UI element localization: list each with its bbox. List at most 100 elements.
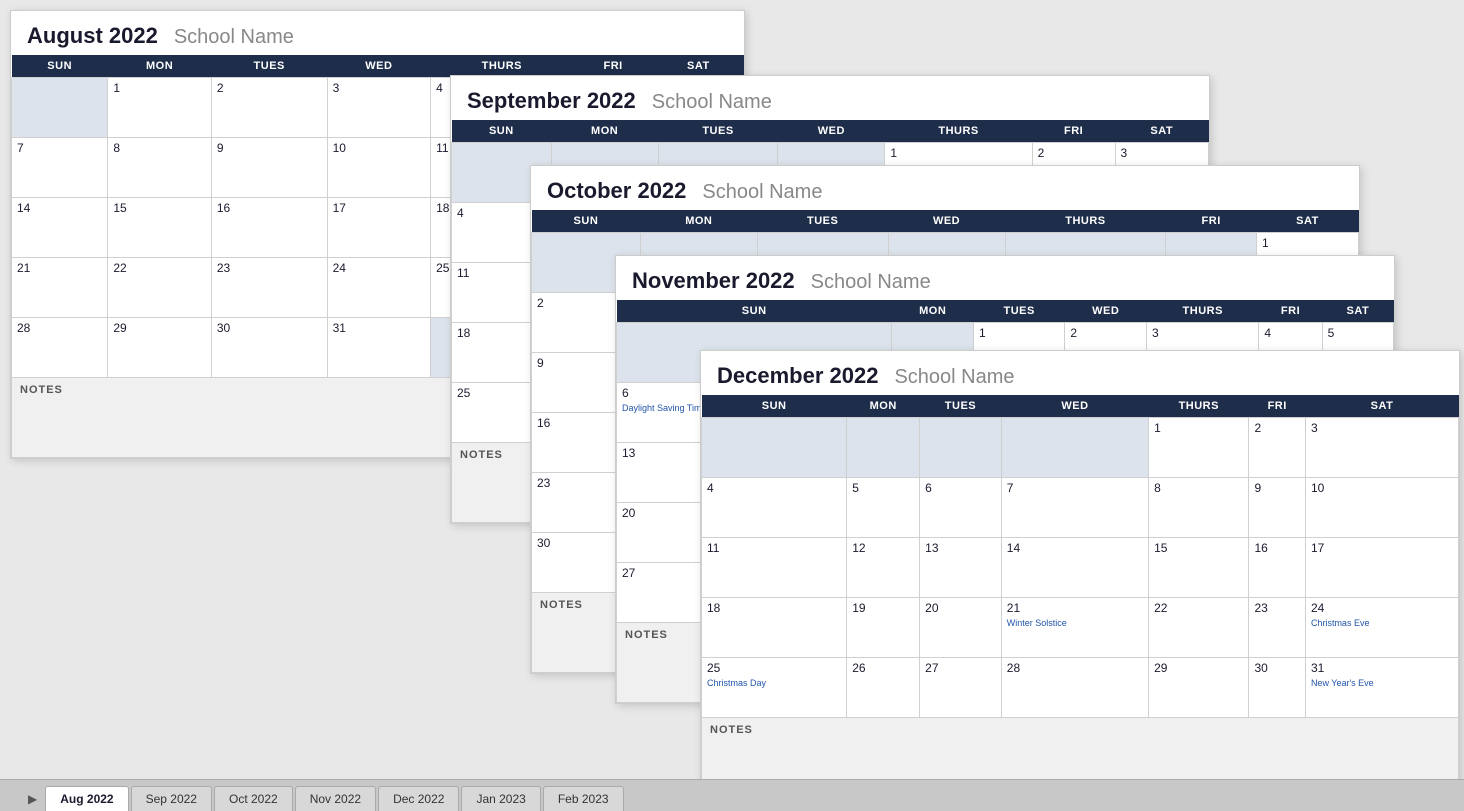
sep-header: September 2022 School Name [451,76,1209,120]
table-row: 11 12 13 14 15 16 17 [702,538,1459,598]
dec-cell-20: 20 [920,598,1002,658]
nov-col-fri: FRI [1259,300,1322,323]
dec-cell-25: 25Christmas Day [702,658,847,718]
dec-col-thu: THURS [1149,395,1249,418]
oct-col-fri: FRI [1166,210,1257,233]
dec-header: December 2022 School Name [701,351,1459,395]
aug-cell-10: 10 [327,138,431,198]
dec-calendar-sheet: December 2022 School Name SUN MON TUES W… [700,350,1460,799]
tabs-bar: ▶ Aug 2022 Sep 2022 Oct 2022 Nov 2022 De… [0,779,1464,811]
dec-cell-15: 15 [1149,538,1249,598]
table-row: 1 2 3 [702,418,1459,478]
dec-col-mon: MON [847,395,920,418]
nov-header: November 2022 School Name [616,256,1394,300]
sep-col-wed: WED [778,120,885,143]
dec-cell-4: 4 [702,478,847,538]
oct-col-tue: TUES [757,210,888,233]
aug-cell-17: 17 [327,198,431,258]
aug-cell-1: 1 [108,78,212,138]
sep-col-sun: SUN [452,120,552,143]
tab-aug-2022[interactable]: Aug 2022 [45,786,128,811]
dec-cell-7: 7 [1001,478,1148,538]
nav-prev-arrow[interactable]: ▶ [20,787,45,811]
dec-cell-8: 8 [1149,478,1249,538]
sep-col-fri: FRI [1032,120,1115,143]
tab-feb-2023[interactable]: Feb 2023 [543,786,624,811]
aug-cell-23: 23 [211,258,327,318]
dec-cell-12: 12 [847,538,920,598]
table-row: 25Christmas Day 26 27 28 29 30 31New Yea… [702,658,1459,718]
dec-cell-16: 16 [1249,538,1305,598]
oct-school: School Name [702,181,822,204]
dec-cell-24: 24Christmas Eve [1305,598,1458,658]
sep-col-thu: THURS [885,120,1032,143]
nov-col-thu: THURS [1147,300,1259,323]
dec-cell-18: 18 [702,598,847,658]
dec-col-sat: SAT [1305,395,1458,418]
dec-cell-22: 22 [1149,598,1249,658]
dec-cell-9: 9 [1249,478,1305,538]
dec-col-tue: TUES [920,395,1002,418]
dec-cell-13: 13 [920,538,1002,598]
aug-header: August 2022 School Name [11,11,744,55]
sep-title: September 2022 [467,88,636,114]
tab-jan-2023[interactable]: Jan 2023 [461,786,540,811]
dec-cell-27: 27 [920,658,1002,718]
dec-cell-3: 3 [1305,418,1458,478]
aug-title: August 2022 [27,23,158,49]
dec-col-fri: FRI [1249,395,1305,418]
tab-nov-2022[interactable]: Nov 2022 [295,786,376,811]
aug-school: School Name [174,26,294,49]
sep-col-tue: TUES [658,120,778,143]
aug-cell-16: 16 [211,198,327,258]
tab-oct-2022[interactable]: Oct 2022 [214,786,293,811]
dec-cell-5: 5 [847,478,920,538]
sep-school: School Name [652,91,772,114]
dec-cell-30: 30 [1249,658,1305,718]
aug-cell-21: 21 [12,258,108,318]
aug-cell-29: 29 [108,318,212,378]
nov-col-tue: TUES [974,300,1065,323]
aug-col-wed: WED [327,55,431,78]
dec-title: December 2022 [717,363,878,389]
aug-cell-30: 30 [211,318,327,378]
dec-school: School Name [894,366,1014,389]
dec-cell-31: 31New Year's Eve [1305,658,1458,718]
dec-cell-21: 21Winter Solstice [1001,598,1148,658]
dec-cell-empty [920,418,1002,478]
aug-cell-7: 7 [12,138,108,198]
aug-col-mon: MON [108,55,212,78]
aug-cell-24: 24 [327,258,431,318]
table-row: 4 5 6 7 8 9 10 [702,478,1459,538]
aug-cell-3: 3 [327,78,431,138]
oct-col-mon: MON [640,210,757,233]
aug-cell-8: 8 [108,138,212,198]
aug-cell-14: 14 [12,198,108,258]
dec-cell-10: 10 [1305,478,1458,538]
oct-title: October 2022 [547,178,686,204]
tab-sep-2022[interactable]: Sep 2022 [131,786,212,811]
aug-col-sun: SUN [12,55,108,78]
dec-cell-2: 2 [1249,418,1305,478]
dec-cell-6: 6 [920,478,1002,538]
nov-col-mon: MON [892,300,974,323]
aug-cell-9: 9 [211,138,327,198]
nov-school: School Name [811,271,931,294]
dec-cell-empty [847,418,920,478]
nov-col-sun: SUN [617,300,892,323]
aug-cell-empty [12,78,108,138]
dec-col-sun: SUN [702,395,847,418]
dec-cell-empty [702,418,847,478]
dec-cell-17: 17 [1305,538,1458,598]
nov-title: November 2022 [632,268,795,294]
nov-col-wed: WED [1065,300,1147,323]
sep-col-sat: SAT [1115,120,1208,143]
table-row: 18 19 20 21Winter Solstice 22 23 24Chris… [702,598,1459,658]
dec-cell-29: 29 [1149,658,1249,718]
dec-cell-28: 28 [1001,658,1148,718]
aug-cell-22: 22 [108,258,212,318]
tab-dec-2022[interactable]: Dec 2022 [378,786,459,811]
oct-header: October 2022 School Name [531,166,1359,210]
dec-cell-empty [1001,418,1148,478]
oct-col-thu: THURS [1005,210,1166,233]
